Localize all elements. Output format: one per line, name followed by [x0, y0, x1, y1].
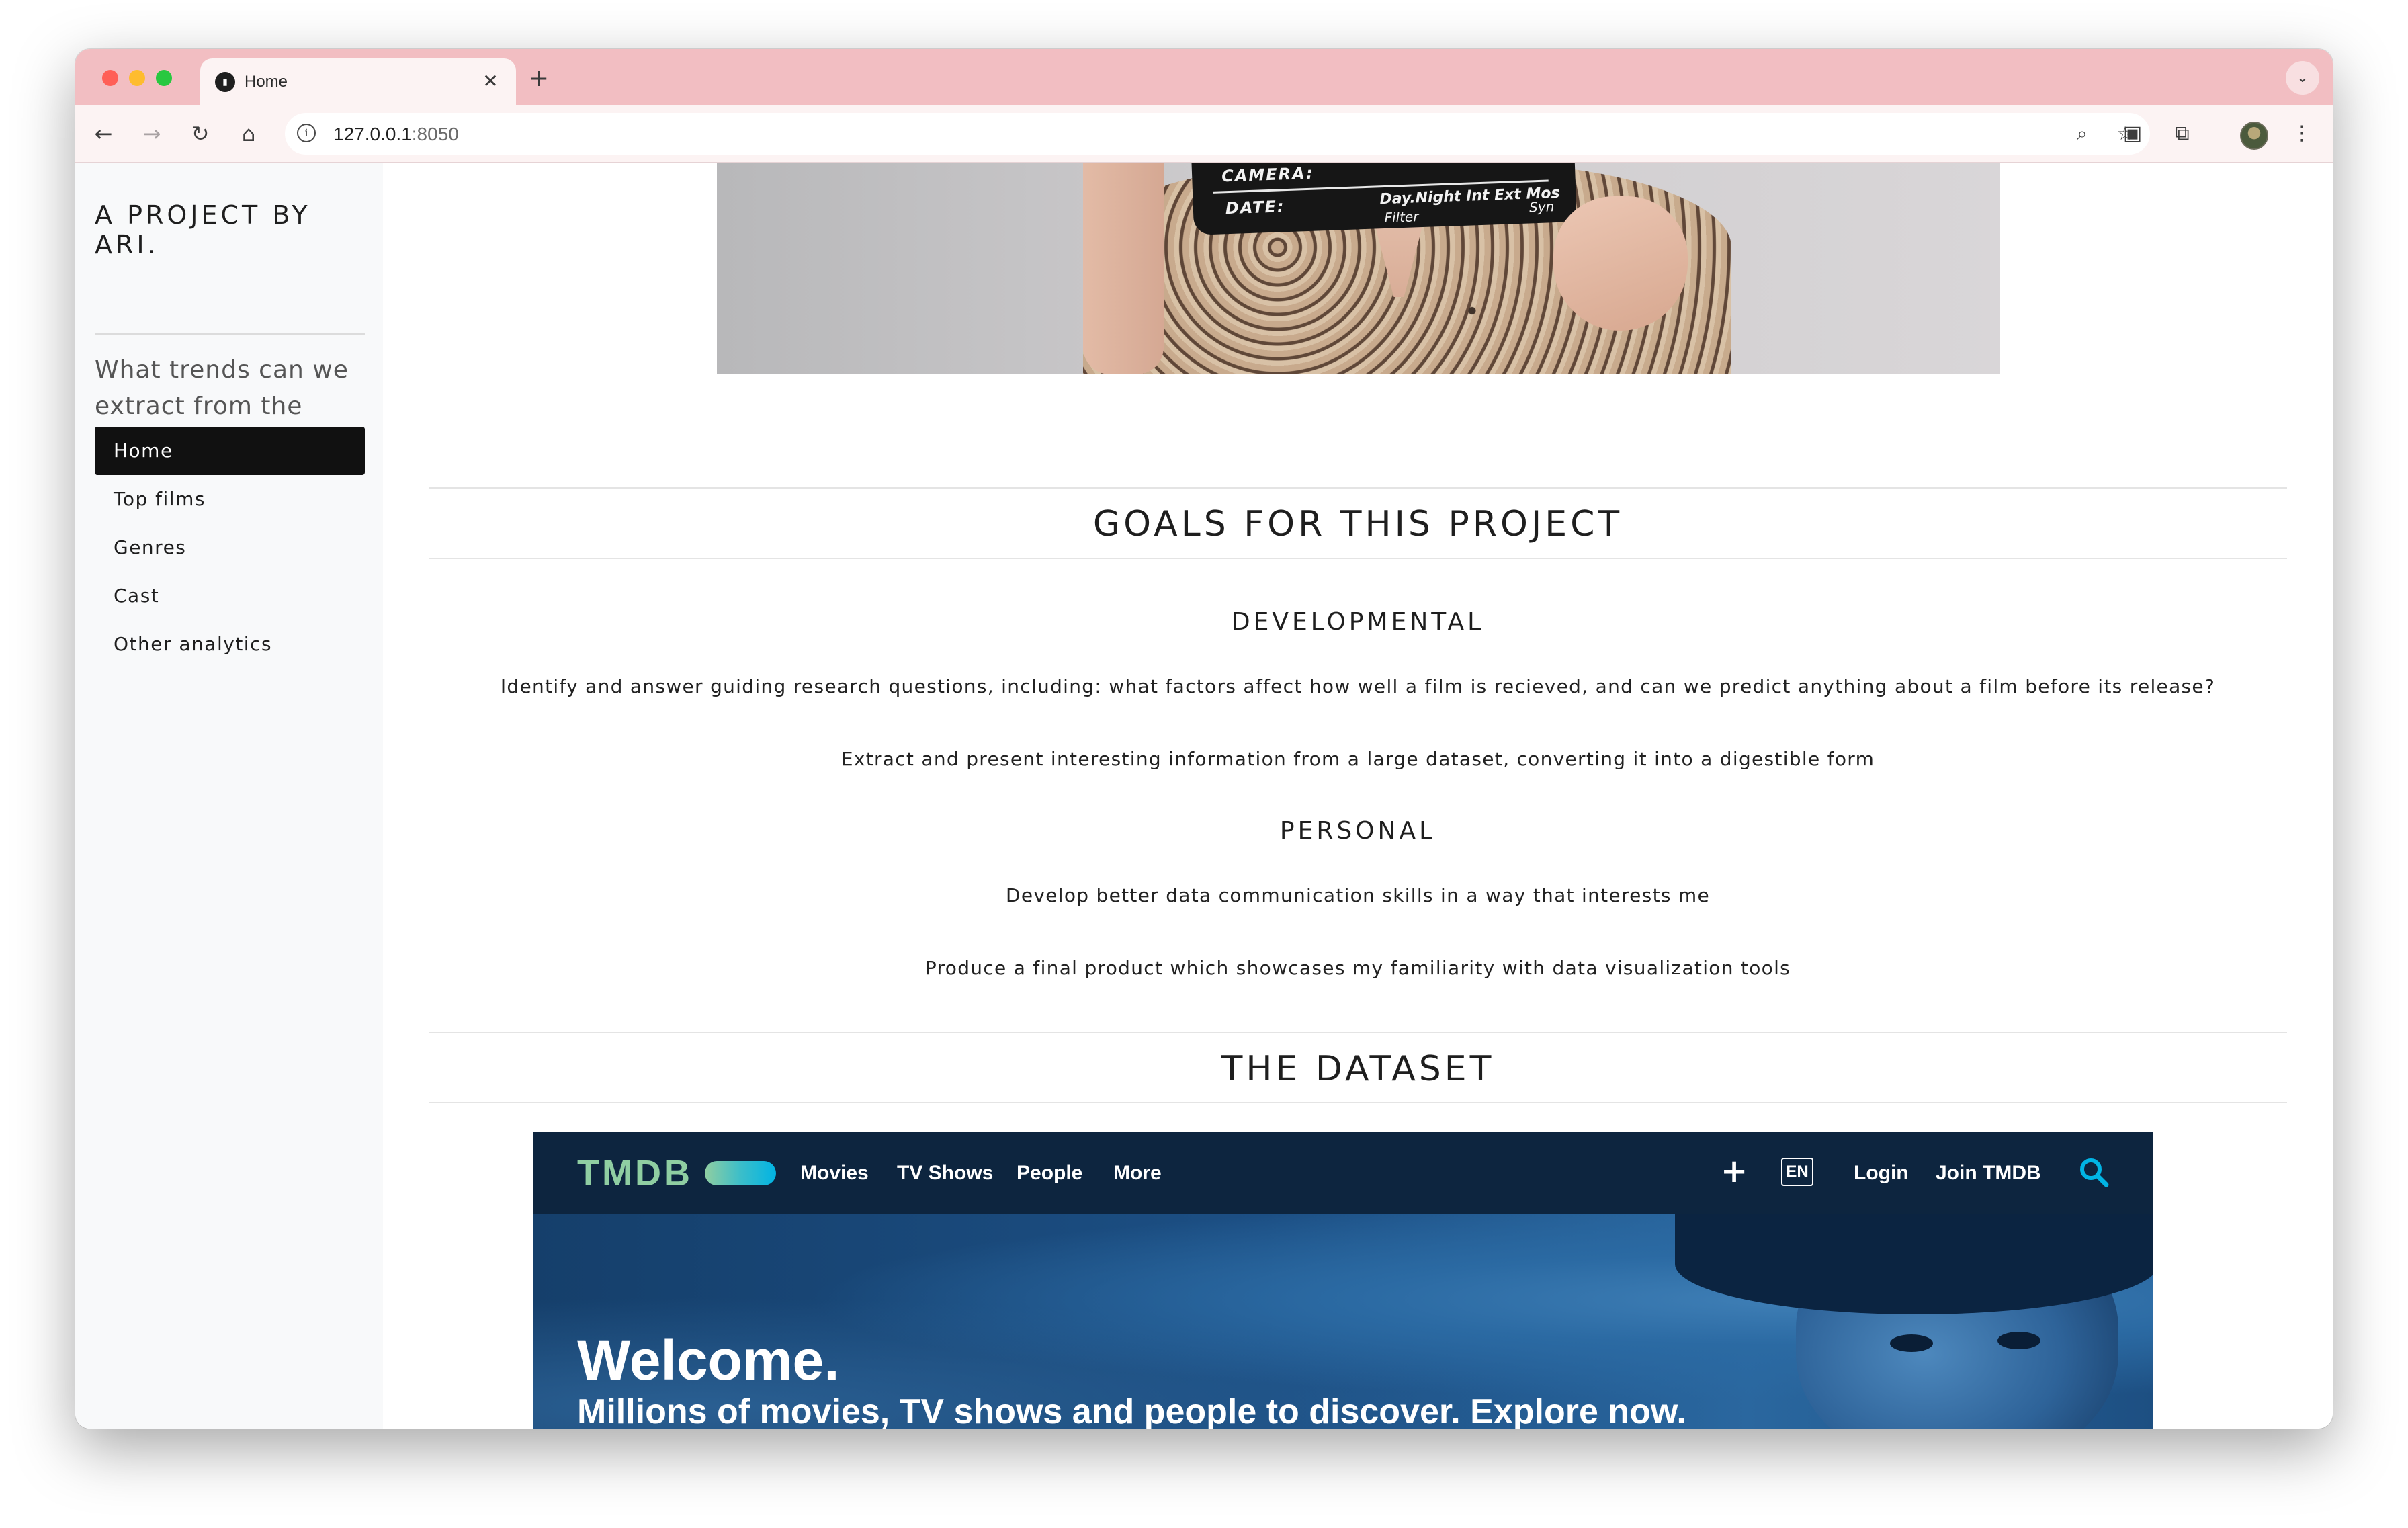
goals-title: GOALS FOR THIS PROJECT: [1092, 504, 1623, 544]
minimize-window-button[interactable]: [129, 70, 145, 86]
tmdb-logo-pill: [705, 1161, 776, 1185]
goal-item: Extract and present interesting informat…: [841, 748, 1875, 770]
main-content: CAMERA: DATE: Day.Night Int Ext Mos Filt…: [383, 163, 2333, 1429]
extensions-icon[interactable]: ⧉: [2166, 118, 2198, 150]
tmdb-search-icon: [2080, 1158, 2109, 1187]
sidebar-item-other-analytics[interactable]: Other analytics: [95, 620, 365, 669]
tab-title: Home: [245, 73, 288, 91]
tmdb-welcome-heading: Welcome.: [577, 1328, 840, 1392]
clapper-sync-label: Syn: [1529, 198, 1555, 216]
forward-icon[interactable]: →: [136, 118, 168, 150]
sidebar-item-home[interactable]: Home: [95, 427, 365, 475]
back-icon[interactable]: ←: [87, 118, 120, 150]
home-icon[interactable]: ⌂: [232, 118, 265, 150]
tmdb-nav-more: More: [1113, 1162, 1162, 1184]
photo-person-hand: [1553, 196, 1688, 331]
tmdb-nav-movies: Movies: [800, 1162, 869, 1184]
favicon-icon: ▮: [215, 72, 235, 92]
goal-item: Produce a final product which showcases …: [924, 957, 1791, 979]
tmdb-tagline: Millions of movies, TV shows and people …: [577, 1392, 1686, 1429]
sidebar-item-genres[interactable]: Genres: [95, 523, 365, 572]
tmdb-nav-tv-shows: TV Shows: [897, 1162, 994, 1184]
sidebar-item-cast[interactable]: Cast: [95, 572, 365, 620]
address-bar[interactable]: i 127.0.0.1:8050 ⌕ ☆: [285, 113, 2150, 155]
page-viewport: A PROJECT BY ARI. What trends can we ext…: [75, 163, 2333, 1429]
browser-window: ▮ Home ✕ + ⌄ ← → ↻ ⌂ i 127.0.0.1:8050 ⌕ …: [75, 49, 2333, 1429]
zoom-icon[interactable]: ⌕: [2069, 121, 2095, 146]
photo-person-arm: [1083, 163, 1164, 374]
divider: [429, 487, 2287, 489]
tab-close-icon[interactable]: ✕: [478, 69, 503, 93]
tmdb-screenshot-image: TMDB Movies TV Shows People More + EN Lo…: [533, 1132, 2153, 1429]
tmdb-join: Join TMDB: [1936, 1162, 2041, 1184]
divider: [429, 1032, 2287, 1033]
tab-search-menu-button[interactable]: ⌄: [2286, 61, 2319, 95]
tmdb-logo: TMDB: [577, 1153, 693, 1193]
clapper-camera-label: CAMERA:: [1221, 163, 1315, 186]
tab-home[interactable]: ▮ Home ✕: [200, 58, 516, 105]
profile-avatar[interactable]: [2240, 122, 2268, 150]
divider: [429, 1102, 2287, 1103]
sidebar: A PROJECT BY ARI. What trends can we ext…: [75, 163, 383, 1429]
tmdb-login: Login: [1854, 1162, 1909, 1184]
sidebar-brand: A PROJECT BY ARI.: [95, 200, 311, 259]
menu-kebab-icon[interactable]: ⋮: [2286, 118, 2318, 150]
picture-in-picture-icon[interactable]: ▣: [2116, 118, 2149, 150]
sidebar-nav: Home Top films Genres Cast Other analyti…: [95, 427, 365, 669]
tmdb-plus-icon: +: [1721, 1152, 1748, 1190]
goal-item: Develop better data communication skills…: [1005, 884, 1711, 906]
goal-item: Identify and answer guiding research que…: [500, 675, 2216, 697]
close-window-button[interactable]: [102, 70, 118, 86]
tmdb-language-badge: EN: [1781, 1158, 1813, 1186]
maximize-window-button[interactable]: [156, 70, 172, 86]
tmdb-nav-people: People: [1017, 1162, 1083, 1184]
tmdb-hero-banner: Welcome. Millions of movies, TV shows an…: [533, 1214, 2153, 1429]
divider: [429, 558, 2287, 559]
tab-strip: ▮ Home ✕ + ⌄: [75, 49, 2333, 105]
reload-icon[interactable]: ↻: [184, 118, 216, 150]
new-tab-button[interactable]: +: [524, 65, 554, 95]
sidebar-item-top-films[interactable]: Top films: [95, 475, 365, 523]
dataset-title: THE DATASET: [1221, 1049, 1495, 1089]
url-text[interactable]: 127.0.0.1:8050: [333, 124, 459, 145]
personal-heading: PERSONAL: [1279, 817, 1436, 845]
sidebar-divider: [95, 333, 365, 335]
tmdb-hero-helmet: [1675, 1214, 2153, 1314]
clapper-filter-label: Filter: [1384, 208, 1419, 226]
developmental-heading: DEVELOPMENTAL: [1231, 608, 1485, 636]
hero-clapperboard-image: CAMERA: DATE: Day.Night Int Ext Mos Filt…: [717, 163, 2000, 374]
tmdb-navbar: TMDB Movies TV Shows People More + EN Lo…: [533, 1132, 2153, 1214]
site-info-icon[interactable]: i: [297, 124, 316, 142]
browser-toolbar: ← → ↻ ⌂ i 127.0.0.1:8050 ⌕ ☆ ▣ ⧉ ⋮: [75, 105, 2333, 163]
clapper-date-label: DATE:: [1225, 197, 1285, 218]
